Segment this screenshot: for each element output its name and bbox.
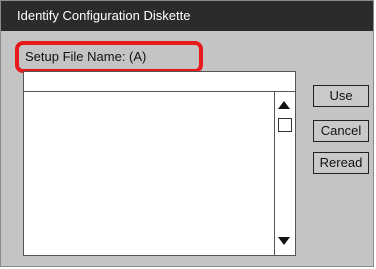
setup-file-name-label: Setup File Name: (A) [15,41,203,73]
file-listbox[interactable] [23,71,296,256]
use-button[interactable]: Use [313,85,369,107]
cancel-button[interactable]: Cancel [313,120,369,142]
file-name-field[interactable] [24,72,295,92]
window-title: Identify Configuration Diskette [1,1,373,31]
arrow-down-icon[interactable] [278,237,290,245]
identify-configuration-dialog: Identify Configuration Diskette Setup Fi… [0,0,374,267]
reread-button[interactable]: Reread [313,152,369,174]
scroll-thumb[interactable] [278,118,292,132]
list-scrollbar[interactable] [274,92,295,255]
arrow-up-icon[interactable] [278,101,290,109]
